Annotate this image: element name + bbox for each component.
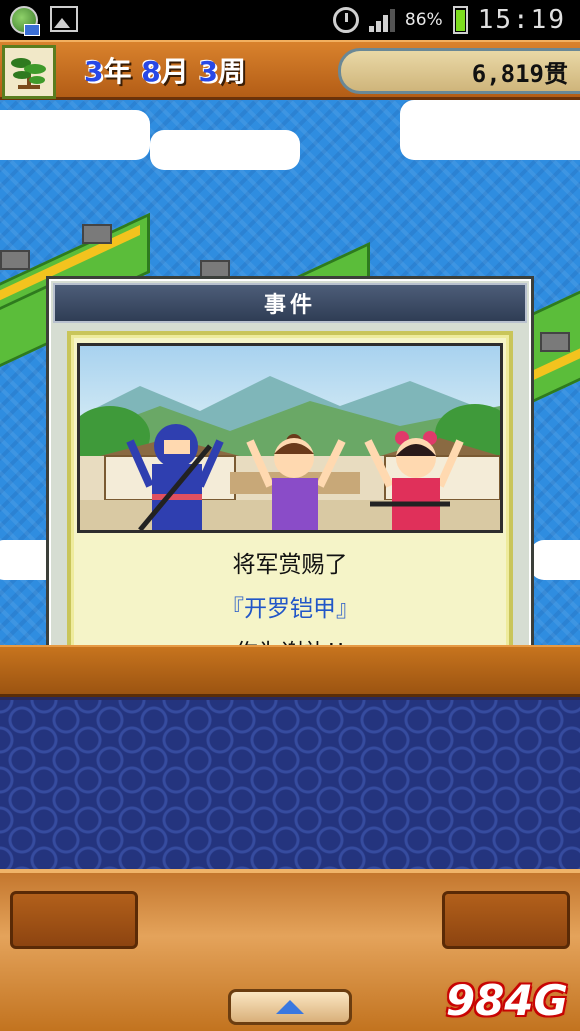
event-illustration xyxy=(77,343,503,533)
pine-tree-graphic xyxy=(11,58,46,89)
date-year-unit: 年 xyxy=(103,55,132,88)
dialog-header: 事件 xyxy=(53,283,527,323)
left-menu-slot[interactable] xyxy=(10,891,138,949)
right-menu-slot[interactable] xyxy=(442,891,570,949)
date-month-unit: 月 xyxy=(160,55,189,88)
notification-icons xyxy=(10,6,78,36)
message-line-1: 将军赏赐了 xyxy=(232,552,348,578)
house xyxy=(82,224,112,244)
signal-icon xyxy=(368,8,395,32)
cloud xyxy=(0,110,150,160)
date-week: 3 xyxy=(198,55,218,88)
money-amount: 6,819贯 xyxy=(471,59,568,88)
game-date: 3年 8月 3周 xyxy=(84,50,246,90)
wood-divider xyxy=(0,645,580,697)
up-arrow-icon xyxy=(276,1000,304,1014)
house xyxy=(0,250,30,270)
bottom-menu-panel: 984G xyxy=(0,869,580,1031)
battery-icon xyxy=(452,6,468,34)
house xyxy=(540,332,570,352)
event-dialog[interactable]: 事件 将军赏赐了 『开罗铠甲』 xyxy=(46,276,534,690)
site-watermark: 984G xyxy=(445,976,568,1025)
dialog-title: 事件 xyxy=(263,293,316,318)
date-week-unit: 周 xyxy=(217,55,246,88)
money-display: 6,819贯 xyxy=(338,48,580,94)
ninja-celebration-scene xyxy=(80,376,500,530)
dialog-body: 将军赏赐了 『开罗铠甲』 作为谢礼!! xyxy=(67,331,513,679)
game-notification-icon xyxy=(10,6,40,36)
reward-item-close-bracket: 』 xyxy=(336,596,359,622)
system-status: 86% 15:19 xyxy=(332,4,566,36)
reward-item: 『开罗铠甲』 xyxy=(71,587,509,631)
alarm-icon xyxy=(332,7,359,33)
reward-item-open-bracket: 『 xyxy=(221,596,244,622)
clock: 15:19 xyxy=(477,5,566,35)
image-notification-icon xyxy=(50,6,78,32)
status-bar: 86% 15:19 xyxy=(0,0,580,40)
date-month: 8 xyxy=(141,55,161,88)
cloud xyxy=(530,540,580,580)
info-panel-background xyxy=(0,697,580,869)
game-top-bar: 3年 8月 3周 6,819贯 xyxy=(0,40,580,100)
cloud xyxy=(150,130,300,170)
pine-tree-icon[interactable] xyxy=(2,45,56,99)
battery-percent: 86% xyxy=(404,10,443,30)
expand-menu-button[interactable] xyxy=(228,989,352,1025)
battery-fill xyxy=(455,10,465,31)
date-year: 3 xyxy=(84,55,104,88)
reward-item-name: 开罗铠甲 xyxy=(244,596,336,622)
cloud xyxy=(400,100,580,160)
